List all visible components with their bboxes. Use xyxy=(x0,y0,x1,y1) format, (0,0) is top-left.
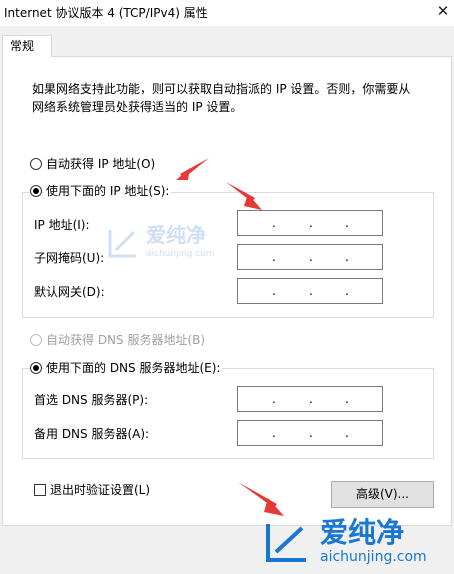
tab-bar xyxy=(0,26,454,56)
subnet-mask-label: 子网掩码(U): xyxy=(34,251,105,265)
tab-general[interactable]: 常规 xyxy=(2,35,52,57)
auto-ip-radio[interactable] xyxy=(30,158,42,170)
arrow-icon xyxy=(238,482,284,516)
advanced-button[interactable]: 高级(V)... xyxy=(331,481,434,508)
manual-ip-label[interactable]: 使用下面的 IP 地址(S): xyxy=(44,184,172,198)
ip-address-input[interactable]: ... xyxy=(237,210,383,236)
default-gateway-input[interactable]: ... xyxy=(237,278,383,304)
ip-address-label: IP 地址(I): xyxy=(34,218,90,232)
auto-dns-label[interactable]: 自动获得 DNS 服务器地址(B) xyxy=(46,333,205,347)
default-gateway-label: 默认网关(D): xyxy=(34,285,105,299)
manual-dns-label[interactable]: 使用下面的 DNS 服务器地址(E): xyxy=(44,361,223,375)
watermark-logo-icon xyxy=(266,524,306,562)
arrow-icon xyxy=(176,158,209,180)
manual-dns-radio[interactable] xyxy=(30,362,42,374)
watermark-url-faint: aichunjing.com xyxy=(146,249,215,259)
alternate-dns-label: 备用 DNS 服务器(A): xyxy=(34,427,150,441)
watermark-url: aichunjing.com xyxy=(320,549,427,565)
subnet-mask-input[interactable]: ... xyxy=(237,244,383,270)
watermark-text-faint: 爱纯净 xyxy=(146,223,206,247)
watermark-text: 爱纯净 xyxy=(320,516,405,549)
description-text: 如果网络支持此功能，则可以获取自动指派的 IP 设置。否则，你需要从网络系统管理… xyxy=(32,82,411,114)
validate-label[interactable]: 退出时验证设置(L) xyxy=(50,483,150,497)
preferred-dns-label: 首选 DNS 服务器(P): xyxy=(34,393,149,407)
watermark-logo-icon xyxy=(108,230,136,258)
close-icon[interactable]: ✕ xyxy=(432,0,454,22)
manual-ip-radio[interactable] xyxy=(30,185,42,197)
auto-dns-radio[interactable] xyxy=(30,334,42,346)
auto-ip-label[interactable]: 自动获得 IP 地址(O) xyxy=(46,157,155,171)
preferred-dns-input[interactable]: ... xyxy=(237,386,383,412)
arrow-icon xyxy=(226,182,262,210)
window-title: Internet 协议版本 4 (TCP/IPv4) 属性 xyxy=(4,6,208,20)
alternate-dns-input[interactable]: ... xyxy=(237,420,383,446)
validate-checkbox[interactable] xyxy=(34,484,46,496)
